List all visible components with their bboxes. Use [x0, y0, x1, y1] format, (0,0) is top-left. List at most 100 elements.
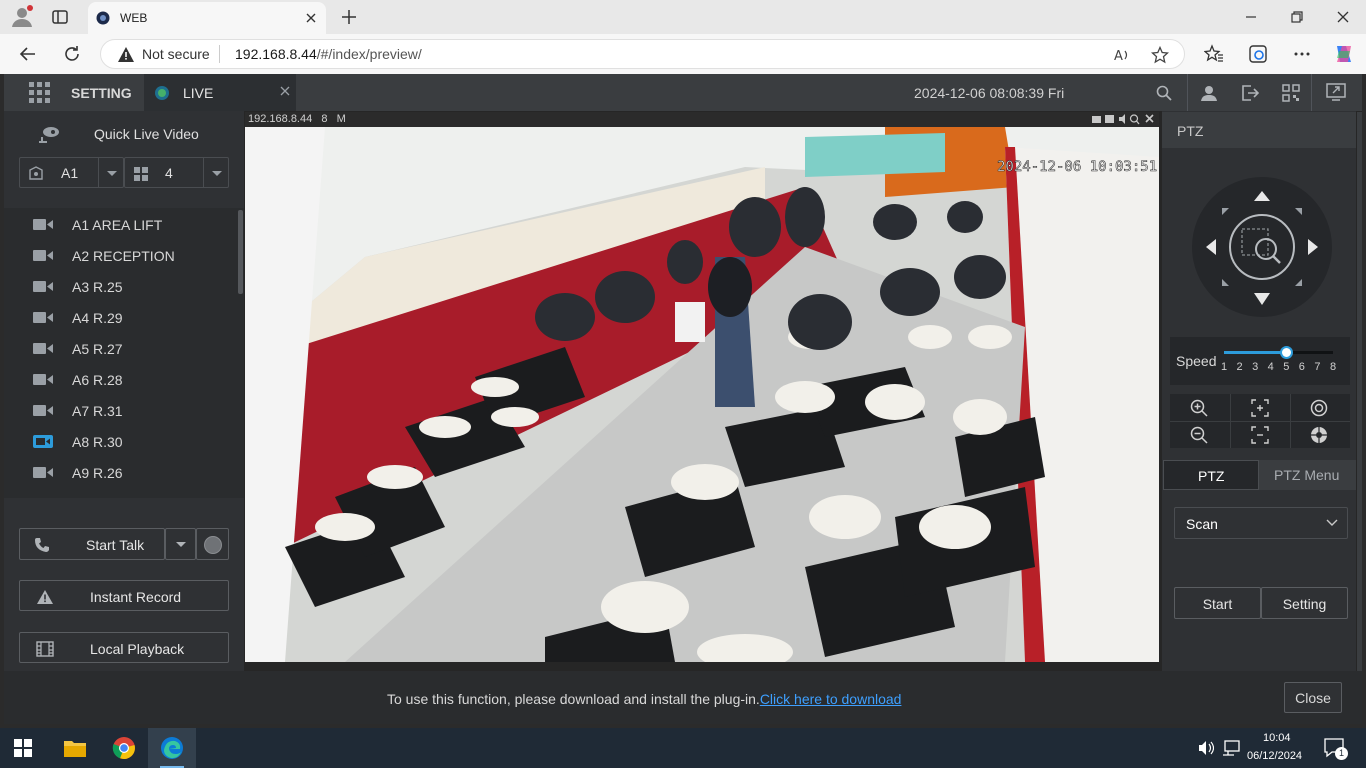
speed-tick-label[interactable]: 4	[1266, 361, 1276, 373]
file-explorer-icon[interactable]	[63, 738, 87, 758]
volume-icon[interactable]	[1198, 740, 1214, 756]
talk-status-button[interactable]	[196, 528, 229, 560]
camera-list-item[interactable]: A5 R.27	[4, 333, 234, 364]
local-playback-button[interactable]: Local Playback	[19, 632, 229, 663]
camera-list-item[interactable]: A6 R.28	[4, 364, 234, 395]
speed-slider-thumb[interactable]	[1280, 346, 1294, 359]
url-host: 192.168.8.44	[235, 46, 317, 62]
ptz-mode-select[interactable]: Scan	[1174, 507, 1348, 539]
camera-name: A4 R.29	[72, 310, 123, 326]
close-window-icon[interactable]	[1336, 10, 1350, 24]
tab-ptz-menu[interactable]: PTZ Menu	[1259, 460, 1356, 490]
fullscreen-icon[interactable]	[1326, 83, 1346, 101]
close-tab-icon[interactable]	[306, 13, 316, 23]
nav-divider	[1311, 74, 1312, 111]
camera-list-item[interactable]: A7 R.31	[4, 395, 234, 426]
speed-tick-label[interactable]: 8	[1328, 361, 1338, 373]
system-datetime: 2024-12-06 08:08:39 Fri	[914, 85, 1065, 101]
zoom-out-icon[interactable]	[1190, 426, 1208, 444]
video-info-bar: 192.168.8.44 8 M	[245, 112, 1159, 127]
iris-open-icon[interactable]	[1310, 399, 1328, 417]
quick-live-video-button[interactable]: Quick Live Video	[94, 126, 199, 142]
start-talk-button[interactable]: Start Talk	[19, 528, 165, 560]
ptz-header: PTZ	[1162, 112, 1356, 148]
qrcode-icon[interactable]	[1282, 84, 1300, 102]
ptz-panel-scrollbar[interactable]	[1357, 112, 1362, 671]
camera-name: A6 R.28	[72, 372, 123, 388]
edge-taskbar-item[interactable]	[148, 728, 196, 768]
search-icon[interactable]	[1156, 85, 1172, 101]
focus-far-icon[interactable]	[1251, 426, 1269, 444]
taskbar-time[interactable]: 10:04	[1263, 732, 1291, 744]
talk-options-button[interactable]	[165, 528, 196, 560]
download-plugin-link[interactable]: Click here to download	[760, 691, 902, 707]
minimize-icon[interactable]	[1244, 10, 1258, 24]
zoom-in-icon[interactable]	[1190, 399, 1208, 417]
plugin-notice-text: To use this function, please download an…	[387, 691, 760, 707]
user-icon[interactable]	[1200, 84, 1218, 102]
address-bar[interactable]: Not secure 192.168.8.44/#/index/preview/…	[100, 39, 1185, 69]
windows-taskbar	[0, 728, 1366, 768]
speed-tick-label[interactable]: 7	[1312, 361, 1322, 373]
camera-list-item[interactable]: A1 AREA LIFT	[4, 209, 234, 240]
group-select[interactable]: A1	[19, 157, 124, 188]
read-aloud-icon[interactable]: A	[1113, 46, 1131, 64]
camera-list-item[interactable]: A4 R.29	[4, 302, 234, 333]
camera-name: A5 R.27	[72, 341, 123, 357]
favorites-icon[interactable]	[1204, 44, 1224, 64]
live-tab[interactable]: LIVE	[144, 74, 296, 111]
network-icon[interactable]	[1222, 740, 1240, 756]
ptz-setting-button[interactable]: Setting	[1261, 587, 1348, 619]
setting-nav[interactable]: SETTING	[71, 85, 132, 101]
camera-list-item[interactable]: A2 RECEPTION	[4, 240, 234, 271]
focus-near-icon[interactable]	[1251, 399, 1269, 417]
restore-icon[interactable]	[1290, 10, 1304, 24]
notification-badge: 1	[1335, 747, 1348, 760]
profile-icon[interactable]	[10, 4, 34, 28]
video-camera-icon	[33, 405, 53, 416]
plugin-notice-bar: To use this function, please download an…	[4, 671, 1362, 724]
speed-tick-label[interactable]: 1	[1219, 361, 1229, 373]
back-icon[interactable]	[18, 44, 38, 64]
refresh-icon[interactable]	[62, 44, 82, 64]
notification-icon[interactable]: 1	[1324, 738, 1348, 760]
speed-tick-label[interactable]: 3	[1250, 361, 1260, 373]
tab-ptz[interactable]: PTZ	[1163, 460, 1259, 490]
security-label[interactable]: Not secure	[142, 46, 210, 62]
collections-icon[interactable]	[1248, 44, 1268, 64]
taskbar-date[interactable]: 06/12/2024	[1247, 750, 1302, 762]
camera-list-item[interactable]: A3 R.25	[4, 271, 234, 302]
url-divider	[219, 45, 220, 63]
windows-start-icon[interactable]	[14, 739, 32, 757]
live-video-feed[interactable]: 2024-12-06 10:03:51	[245, 127, 1159, 662]
ptz-speed-box: Speed 12345678	[1170, 337, 1350, 385]
video-camera-icon	[33, 467, 53, 478]
video-controls-icons[interactable]	[1091, 113, 1157, 125]
copilot-icon[interactable]	[1332, 42, 1356, 66]
ptz-direction-pad[interactable]	[1192, 177, 1332, 317]
speed-tick-label[interactable]: 5	[1281, 361, 1291, 373]
notice-close-button[interactable]: Close	[1284, 682, 1342, 713]
camera-list-item[interactable]: A9 R.26	[4, 457, 234, 488]
more-menu-icon[interactable]	[1292, 44, 1312, 64]
iris-close-icon[interactable]	[1310, 426, 1328, 444]
close-live-tab-icon[interactable]	[280, 86, 290, 96]
chrome-icon[interactable]	[112, 736, 136, 760]
camera-list-scrollbar[interactable]	[238, 210, 243, 294]
ptz-setting-label: Setting	[1282, 596, 1327, 612]
url-text[interactable]: 192.168.8.44/#/index/preview/	[235, 46, 422, 62]
chevron-down-icon	[107, 171, 117, 176]
layout-select[interactable]: 4	[124, 157, 229, 188]
speed-tick-label[interactable]: 6	[1297, 361, 1307, 373]
speed-tick-label[interactable]: 2	[1235, 361, 1245, 373]
browser-tab[interactable]: WEB	[88, 2, 326, 34]
favorite-star-icon[interactable]	[1151, 46, 1169, 64]
camera-list-item[interactable]: A8 R.30	[4, 426, 234, 457]
logout-icon[interactable]	[1241, 84, 1259, 102]
apps-grid-icon[interactable]	[29, 82, 51, 104]
nav-divider	[1187, 74, 1188, 111]
ptz-start-button[interactable]: Start	[1174, 587, 1261, 619]
tab-actions-icon[interactable]	[52, 9, 68, 25]
new-tab-icon[interactable]	[340, 8, 358, 26]
instant-record-button[interactable]: Instant Record	[19, 580, 229, 611]
